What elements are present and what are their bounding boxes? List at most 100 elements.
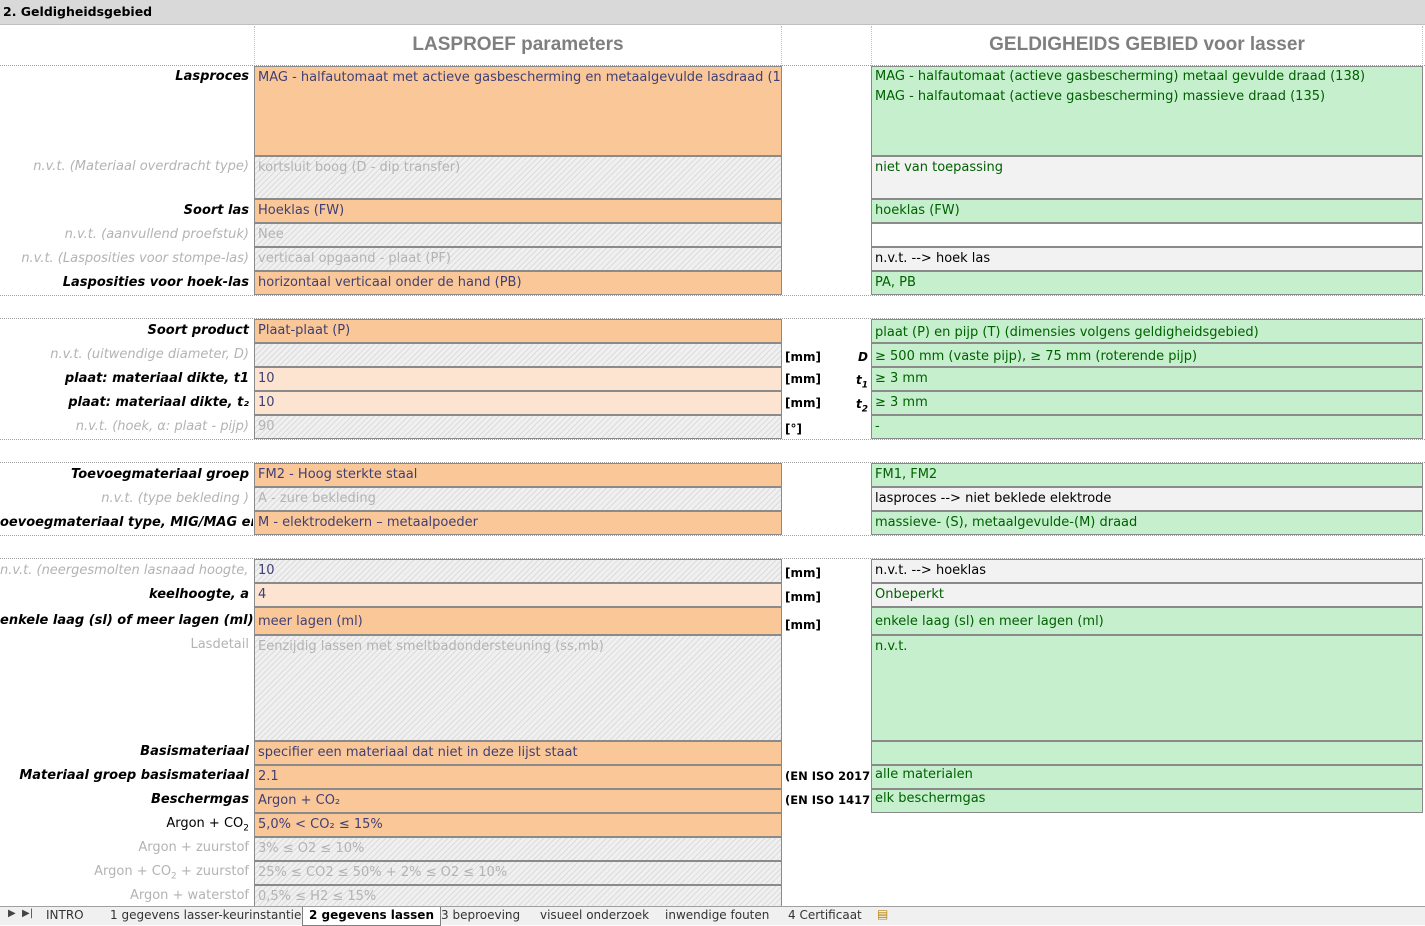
tab-intro[interactable]: INTRO [40, 907, 90, 925]
input-materiaal-groep[interactable]: 2.1 [254, 765, 782, 789]
label-lasposities-stompe-las: n.v.t. (Lasposities voor stompe-las) [21, 251, 249, 266]
input-materiaal-dikte-t2[interactable]: 10 [254, 391, 782, 415]
unit-mm: [mm] [785, 590, 821, 604]
gridline [0, 295, 1425, 296]
gridline [0, 439, 1425, 440]
insert-sheet-icon[interactable]: ▤ [877, 907, 888, 921]
label-keelhoogte: keelhoogte, a [149, 587, 249, 602]
input-materiaal-overdracht[interactable]: kortsluit boog (D - dip transfer) [254, 156, 782, 199]
label-basismateriaal: Basismateriaal [140, 744, 249, 759]
label-materiaal-dikte-t2: plaat: materiaal dikte, t₂ [68, 395, 249, 410]
symbol-d: D [858, 350, 868, 364]
input-argon-waterstof[interactable]: 0,5% ≤ H2 ≤ 15% [254, 885, 782, 907]
label-materiaal-overdracht: n.v.t. (Materiaal overdracht type) [33, 159, 249, 174]
result-lasdetail: n.v.t. [871, 635, 1423, 741]
unit-mm: [mm] [785, 566, 821, 580]
label-soort-las: Soort las [183, 203, 249, 218]
label-uitwendige-diameter: n.v.t. (uitwendige diameter, D) [50, 347, 249, 362]
symbol-t2: t2 [820, 393, 868, 420]
result-lasproces-line1: MAG - halfautomaat (actieve gasbeschermi… [875, 69, 1366, 84]
label-materiaal-dikte-t1: plaat: materiaal dikte, t1 [64, 371, 249, 386]
input-enkele-meer-lagen[interactable]: meer lagen (ml) [254, 607, 782, 635]
input-basismateriaal[interactable]: specifier een materiaal dat niet in deze… [254, 741, 782, 765]
label-argon-zuurstof: Argon + zuurstof [138, 840, 249, 855]
result-lasproces: MAG - halfautomaat (actieve gasbeschermi… [871, 66, 1423, 156]
scroll-tab-next-icon[interactable]: ▶ [8, 908, 16, 919]
header-geldigheidsgebied: GELDIGHEIDS GEBIED voor lasser [871, 26, 1423, 66]
sheet-tab-bar: ▶ ▶| INTRO 1 gegevens lasser-keurinstant… [0, 906, 1425, 926]
label-argon-co2-zuurstof: Argon + CO2 + zuurstof [0, 861, 253, 888]
result-materiaal-groep: alle materialen [871, 765, 1423, 789]
result-toevoegmateriaal-groep: FM1, FM2 [871, 463, 1423, 487]
tab-visueel-onderzoek[interactable]: visueel onderzoek [534, 907, 655, 925]
header-lasproef-parameters: LASPROEF parameters [254, 26, 782, 66]
result-materiaal-dikte-t2: ≥ 3 mm [871, 391, 1423, 415]
input-lasposities-stompe-las[interactable]: verticaal opgaand - plaat (PF) [254, 247, 782, 271]
label-argon-waterstof: Argon + waterstof [129, 888, 249, 903]
input-keelhoogte[interactable]: 4 [254, 583, 782, 607]
input-toevoegmateriaal-type[interactable]: M - elektrodekern – metaalpoeder [254, 511, 782, 535]
result-keelhoogte: Onbeperkt [871, 583, 1423, 607]
tab-gegevens-lasser[interactable]: 1 gegevens lasser-keurinstantie [104, 907, 307, 925]
label-beschermgas: Beschermgas [150, 792, 249, 807]
unit-en-iso-20172: (EN ISO 20172) [785, 769, 884, 783]
label-lasposities-hoek-las: Lasposities voor hoek-las [62, 275, 249, 290]
result-basismateriaal [871, 741, 1423, 765]
tab-certificaat[interactable]: 4 Certificaat [782, 907, 868, 925]
input-soort-las[interactable]: Hoeklas (FW) [254, 199, 782, 223]
result-toevoegmateriaal-type: massieve- (S), metaalgevulde-(M) draad [871, 511, 1423, 535]
input-lasdetail[interactable]: Eenzijdig lassen met smeltbadondersteuni… [254, 635, 782, 741]
result-materiaal-overdracht: niet van toepassing [871, 156, 1423, 199]
input-toevoegmateriaal-groep[interactable]: FM2 - Hoog sterkte staal [254, 463, 782, 487]
label-materiaal-groep: Materiaal groep basismateriaal [19, 768, 249, 783]
result-beschermgas: elk beschermgas [871, 789, 1423, 813]
label-toevoegmateriaal-groep: Toevoegmateriaal groep [71, 467, 249, 482]
result-soort-las: hoeklas (FW) [871, 199, 1423, 223]
input-hoek[interactable]: 90 [254, 415, 782, 439]
input-lasnaad-hoogte[interactable]: 10 [254, 559, 782, 583]
label-lasnaad-hoogte: n.v.t. (neergesmolten lasnaad hoogte, s) [0, 563, 253, 578]
input-lasposities-hoek-las[interactable]: horizontaal verticaal onder de hand (PB) [254, 271, 782, 295]
input-soort-product[interactable]: Plaat-plaat (P) [254, 319, 782, 343]
label-hoek: n.v.t. (hoek, α: plaat - pijp) [75, 419, 249, 434]
label-argon-co2-zuurstof-text: Argon + CO [94, 864, 172, 879]
input-type-bekleding[interactable]: A - zure bekleding [254, 487, 782, 511]
tab-inwendige-fouten[interactable]: inwendige fouten [659, 907, 775, 925]
gridline [0, 535, 1425, 536]
input-argon-zuurstof[interactable]: 3% ≤ O2 ≤ 10% [254, 837, 782, 861]
input-lasproces[interactable]: MAG - halfautomaat met actieve gasbesche… [254, 66, 782, 156]
unit-mm: [mm] [785, 618, 821, 632]
result-lasposities-hoek-las: PA, PB [871, 271, 1423, 295]
result-soort-product: plaat (P) en pijp (T) (dimensies volgens… [871, 319, 1423, 343]
input-beschermgas[interactable]: Argon + CO₂ [254, 789, 782, 813]
unit-degrees: [°] [785, 422, 802, 436]
label-enkele-meer-lagen: enkele laag (sl) of meer lagen (ml) [0, 613, 253, 628]
result-type-bekleding: lasproces --> niet beklede elektrode [871, 487, 1423, 511]
input-materiaal-dikte-t1[interactable]: 10 [254, 367, 782, 391]
result-lasposities-stompe-las: n.v.t. --> hoek las [871, 247, 1423, 271]
label-toevoegmateriaal-type: oevoegmateriaal type, MIG/MAG en TIG [0, 515, 253, 530]
scroll-tab-last-icon[interactable]: ▶| [22, 908, 33, 919]
label-soort-product: Soort product [147, 323, 249, 338]
label-argon-co2-zuurstof-tail: + zuurstof [176, 864, 249, 879]
symbol-t1-sub: 1 [861, 380, 868, 391]
symbol-t2-sub: 2 [861, 404, 868, 415]
unit-en-iso-14175: (EN ISO 14175) [785, 793, 884, 807]
input-argon-co2[interactable]: 5,0% < CO₂ ≤ 15% [254, 813, 782, 837]
tab-gegevens-lassen[interactable]: 2 gegevens lassen [302, 907, 441, 926]
input-uitwendige-diameter[interactable] [254, 343, 782, 367]
result-enkele-meer-lagen: enkele laag (sl) en meer lagen (ml) [871, 607, 1423, 635]
tab-beproeving[interactable]: 3 beproeving [435, 907, 526, 925]
input-aanvullend-proefstuk[interactable]: Nee [254, 223, 782, 247]
input-argon-co2-zuurstof[interactable]: 25% ≤ CO2 ≤ 50% + 2% ≤ O2 ≤ 10% [254, 861, 782, 885]
label-aanvullend-proefstuk: n.v.t. (aanvullend proefstuk) [64, 227, 249, 242]
result-lasnaad-hoogte: n.v.t. --> hoeklas [871, 559, 1423, 583]
label-argon-co2: Argon + CO2 [0, 813, 253, 840]
label-argon-co2-text: Argon + CO [166, 816, 244, 831]
label-lasdetail: Lasdetail [190, 637, 249, 652]
section-title-bar: 2. Geldigheidsgebied [0, 0, 1425, 25]
section-title: 2. Geldigheidsgebied [3, 4, 153, 19]
result-lasproces-line2: MAG - halfautomaat (actieve gasbeschermi… [875, 89, 1326, 104]
result-hoek: - [871, 415, 1423, 439]
label-type-bekleding: n.v.t. (type bekleding ) [101, 491, 249, 506]
